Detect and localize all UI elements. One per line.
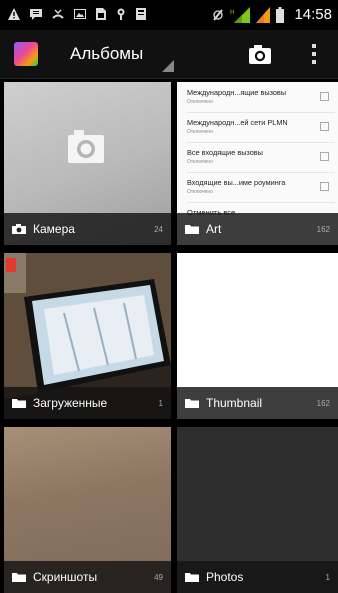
album-tile-thumbnail[interactable]: Thumbnail 162: [177, 253, 338, 419]
usb-icon: [117, 8, 125, 20]
album-count: 162: [316, 398, 330, 408]
camera-placeholder-icon: [68, 130, 104, 163]
clock: 14:58: [294, 6, 332, 23]
folder-icon: [185, 573, 199, 582]
album-label: Камера 24: [4, 213, 171, 245]
missed-call-icon: [52, 9, 64, 19]
album-name: Скриншоты: [33, 570, 98, 584]
warning-icon: [8, 8, 20, 20]
storage-icon: [136, 8, 146, 20]
album-name: Камера: [33, 222, 75, 236]
album-count: 1: [158, 398, 163, 408]
album-tile-screenshots[interactable]: Скриншоты 49: [4, 427, 171, 593]
status-bar: H 14:58: [0, 0, 338, 30]
settings-row: Входящие вы...име роуминга Отключено: [187, 174, 335, 203]
message-icon: [30, 9, 42, 20]
album-label: Загруженные 1: [4, 387, 171, 419]
camera-icon: [12, 224, 26, 234]
album-label: Photos 1: [177, 561, 338, 593]
album-name: Загруженные: [33, 396, 108, 410]
album-name: Thumbnail: [206, 396, 263, 410]
checkbox-icon: [320, 182, 329, 191]
album-tile-camera[interactable]: Камера 24: [4, 82, 171, 245]
alarm-icon: [213, 8, 224, 21]
signal-icon: H: [230, 6, 251, 23]
album-label: Скриншоты 49: [4, 561, 171, 593]
album-label: Thumbnail 162: [177, 387, 338, 419]
album-name: Art: [206, 222, 222, 236]
camera-icon[interactable]: [240, 40, 280, 70]
album-tile-downloads[interactable]: Загруженные 1: [4, 253, 171, 419]
checkbox-icon: [320, 152, 329, 161]
settings-row: Международн...ей сети PLMN Отключено: [187, 114, 335, 143]
album-tile-photos[interactable]: Photos 1: [177, 427, 338, 593]
folder-icon: [185, 225, 199, 234]
settings-row: Международн...ящие вызовы Отключено: [187, 84, 335, 113]
folder-icon: [185, 399, 199, 408]
image-icon: [74, 9, 86, 19]
folder-icon: [12, 573, 26, 582]
battery-icon: [276, 6, 285, 23]
album-spinner-title[interactable]: Альбомы: [70, 44, 143, 64]
settings-row: Все входящие вызовы Отключено: [187, 144, 335, 173]
gallery-app-icon[interactable]: [14, 42, 38, 66]
album-label: Art 162: [177, 213, 338, 245]
album-name: Photos: [206, 570, 244, 584]
svg-text:H: H: [230, 9, 235, 16]
spinner-indicator-icon: [162, 60, 174, 72]
album-count: 49: [154, 572, 163, 582]
sim-icon: [96, 8, 106, 20]
signal-icon: [256, 6, 271, 23]
status-icons: H 14:58: [212, 6, 332, 23]
checkbox-icon: [320, 122, 329, 131]
album-count: 24: [154, 224, 163, 234]
album-count: 1: [325, 572, 330, 582]
album-tile-art[interactable]: Международн...ящие вызовы Отключено Межд…: [177, 82, 338, 245]
album-count: 162: [316, 224, 330, 234]
notification-icons: [8, 8, 146, 20]
overflow-menu-icon[interactable]: [304, 40, 324, 70]
checkbox-icon: [320, 92, 329, 101]
folder-icon: [12, 399, 26, 408]
